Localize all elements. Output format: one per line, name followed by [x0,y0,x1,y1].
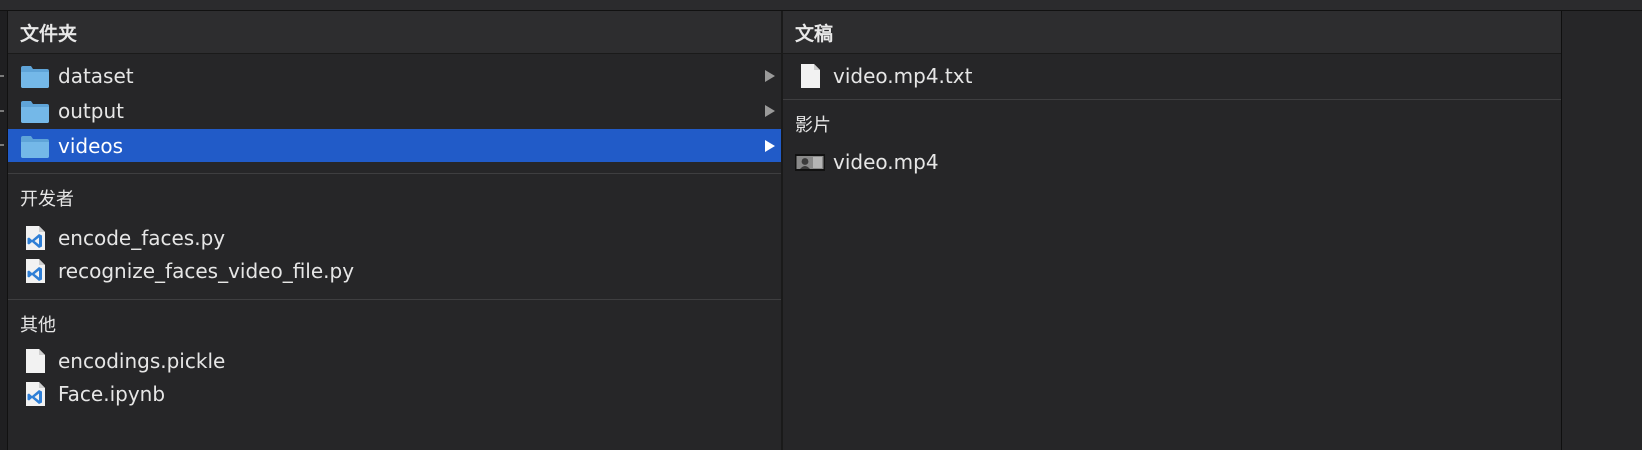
previous-column-edge[interactable] [0,11,8,450]
section-divider [8,173,781,174]
column-tick [0,144,4,146]
file-row-encode-faces[interactable]: encode_faces.py [8,221,781,254]
section-divider [8,299,781,300]
file-row-recognize-faces[interactable]: recognize_faces_video_file.py [8,254,781,287]
section-label-other: 其他 [20,315,56,336]
top-toolbar-edge [0,0,1642,11]
file-name: recognize_faces_video_file.py [58,258,355,283]
folder-name: videos [58,133,124,158]
column-tick [0,110,4,112]
disclosure-arrow-icon [765,140,775,152]
folder-icon [21,136,49,158]
folder-row-output[interactable]: output [8,94,781,127]
folder-name: dataset [58,63,134,88]
file-row-encodings-pickle[interactable]: encodings.pickle [8,344,781,377]
file-name: encode_faces.py [58,225,226,250]
column-header-folders: 文件夹 [8,11,781,54]
file-name: encodings.pickle [58,348,226,373]
section-divider [783,99,1561,100]
file-row-video-mp4-txt[interactable]: video.mp4.txt [783,59,1561,92]
disclosure-arrow-icon [765,70,775,82]
file-row-face-ipynb[interactable]: Face.ipynb [8,377,781,410]
section-label-developer: 开发者 [20,189,74,210]
folder-name: output [58,98,124,123]
section-label-movies: 影片 [795,115,831,136]
window-right-edge [1562,11,1642,450]
file-name: video.mp4 [833,149,939,174]
column-header-documents: 文稿 [783,11,1561,54]
document-icon [801,64,820,88]
column-tick [0,75,4,77]
disclosure-arrow-icon [765,105,775,117]
file-row-video-mp4[interactable]: video.mp4 [783,145,1561,178]
document-icon [26,349,45,373]
vscode-file-icon [26,259,45,283]
folder-row-dataset[interactable]: dataset [8,59,781,92]
folder-icon [21,66,49,88]
right-column[interactable]: 文稿 video.mp4.txt 影片 video.mp4 [783,11,1562,450]
folder-row-videos[interactable]: videos [8,129,781,162]
vscode-file-icon [26,226,45,250]
file-name: Face.ipynb [58,381,166,406]
file-name: video.mp4.txt [833,63,973,88]
vscode-file-icon [26,382,45,406]
left-column[interactable]: 文件夹 dataset output videos 开发者 encode_fac… [8,11,782,450]
finder-window: 文件夹 dataset output videos 开发者 encode_fac… [0,0,1642,450]
folder-icon [21,101,49,123]
video-thumbnail-icon [795,154,825,171]
